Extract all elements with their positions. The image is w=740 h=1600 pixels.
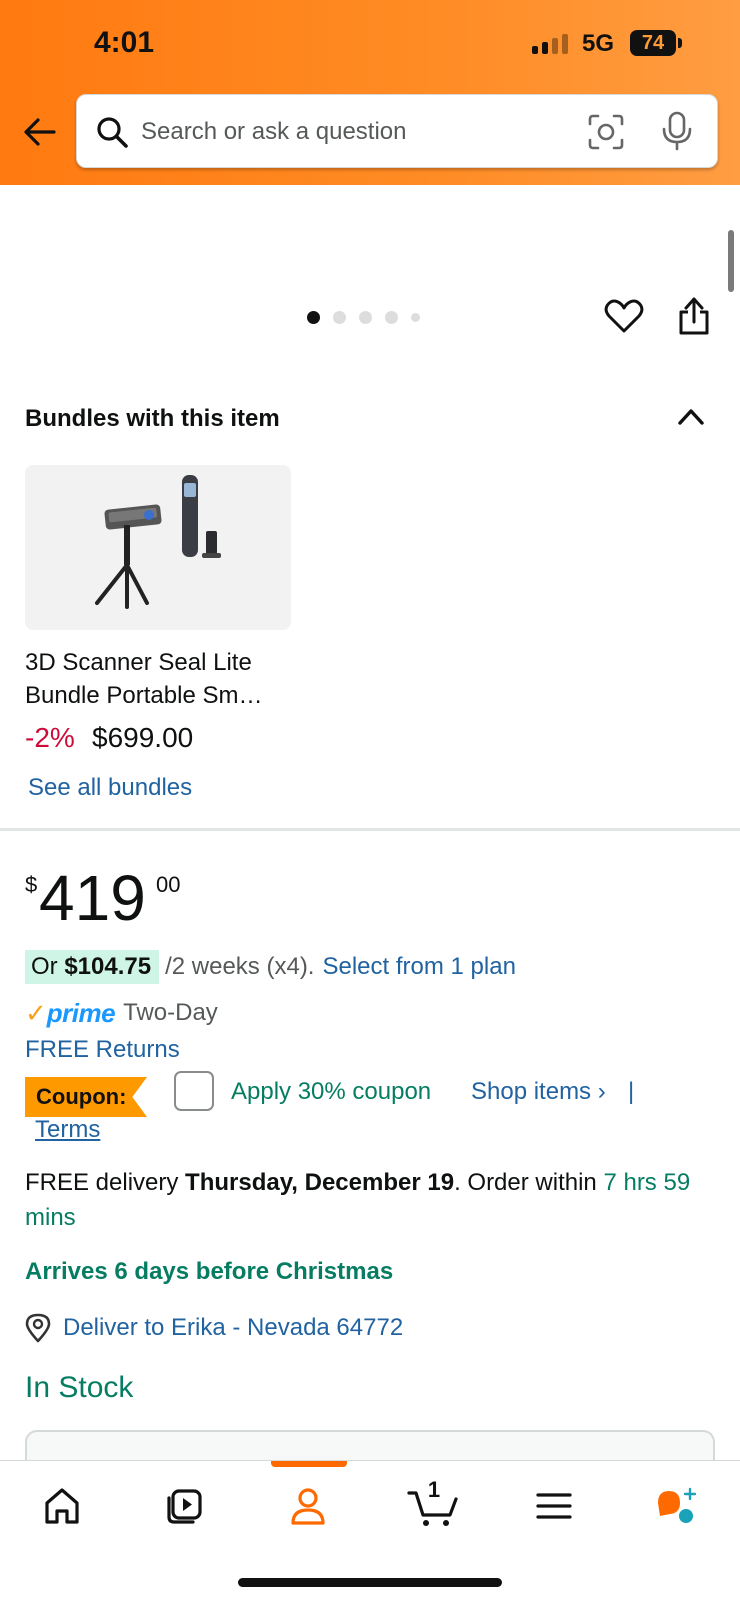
camera-search-icon[interactable] — [587, 113, 625, 151]
home-indicator — [238, 1578, 502, 1587]
video-icon[interactable] — [160, 1483, 210, 1529]
installment-or: Or — [31, 953, 65, 980]
bundle-price: $699.00 — [92, 722, 194, 753]
active-tab-indicator — [271, 1461, 347, 1467]
rufus-assistant-icon[interactable] — [652, 1483, 702, 1529]
installment-amount-pill: Or $104.75 — [25, 950, 160, 984]
battery-level: 74 — [641, 32, 665, 54]
delivery-prefix: FREE delivery — [25, 1169, 186, 1196]
deliver-to-link[interactable]: Deliver to Erika - Nevada 64772 — [63, 1314, 403, 1342]
heart-icon[interactable] — [604, 298, 644, 334]
cart-count-badge: 1 — [427, 1477, 441, 1502]
chevron-up-icon[interactable] — [676, 404, 706, 428]
price-currency: $ — [25, 872, 38, 897]
select-plan-link[interactable]: Select from 1 plan — [322, 953, 515, 981]
bundle-product-name[interactable]: 3D Scanner Seal Lite Bundle Portable Sm… — [25, 646, 305, 712]
see-all-bundles-link[interactable]: See all bundles — [28, 774, 192, 802]
prime-logo: prime — [46, 997, 116, 1028]
image-carousel-dots[interactable] — [307, 311, 420, 324]
coupon-terms-link[interactable]: Terms — [35, 1116, 100, 1144]
back-arrow-icon[interactable] — [20, 112, 60, 152]
share-icon[interactable] — [676, 296, 712, 336]
installment-terms: /2 weeks (x4). — [165, 953, 315, 980]
scanner-bundle-image — [95, 475, 221, 609]
coupon-separator: | — [628, 1078, 635, 1105]
carousel-dot[interactable] — [385, 311, 398, 324]
installment-amount: $104.75 — [64, 953, 152, 980]
scrollbar[interactable] — [728, 230, 734, 292]
carousel-dot[interactable] — [307, 311, 320, 324]
bundle-discount: -2% — [25, 722, 75, 753]
apply-coupon-label[interactable]: Apply 30% coupon — [231, 1078, 431, 1106]
battery-icon: 74 — [630, 30, 682, 56]
installment-plan: Or $104.75 /2 weeks (x4). Select from 1 … — [25, 950, 516, 984]
section-divider — [0, 828, 740, 831]
christmas-arrival-note: Arrives 6 days before Christmas — [25, 1258, 394, 1285]
coupon-checkbox[interactable] — [174, 1071, 214, 1111]
search-bar[interactable] — [76, 94, 718, 168]
bundle-product-image[interactable] — [25, 465, 291, 630]
price-whole: 419 — [39, 862, 146, 934]
search-icon — [97, 117, 128, 148]
coupon-badge: Coupon: — [25, 1077, 147, 1117]
prime-check-icon: ✓ — [25, 997, 47, 1028]
location-pin-icon — [25, 1313, 51, 1343]
free-returns-link[interactable]: FREE Returns — [25, 1036, 180, 1064]
carousel-dot[interactable] — [359, 311, 372, 324]
home-icon[interactable] — [37, 1483, 87, 1529]
bundles-heading: Bundles with this item — [25, 405, 280, 432]
signal-strength-icon — [532, 32, 568, 54]
microphone-icon[interactable] — [659, 111, 695, 151]
account-icon[interactable] — [283, 1483, 333, 1529]
carousel-dot[interactable] — [411, 313, 420, 322]
prime-shipping: ✓ prime Two-Day — [25, 996, 218, 1030]
app-header: 4:01 5G 74 — [0, 0, 740, 185]
network-type: 5G — [582, 30, 615, 57]
carousel-dot[interactable] — [333, 311, 346, 324]
status-time: 4:01 — [94, 26, 155, 59]
prime-shipping-type: Two-Day — [123, 999, 218, 1026]
delivery-info: FREE delivery Thursday, December 19. Ord… — [25, 1165, 715, 1235]
delivery-date: Thursday, December 19 — [185, 1169, 455, 1196]
shop-items-link[interactable]: Shop items › — [471, 1078, 606, 1106]
delivery-order-within: . Order within — [454, 1169, 604, 1196]
search-input[interactable] — [141, 113, 561, 151]
menu-icon[interactable] — [529, 1483, 579, 1529]
stock-status: In Stock — [25, 1371, 134, 1404]
price-fraction: 00 — [156, 872, 181, 897]
